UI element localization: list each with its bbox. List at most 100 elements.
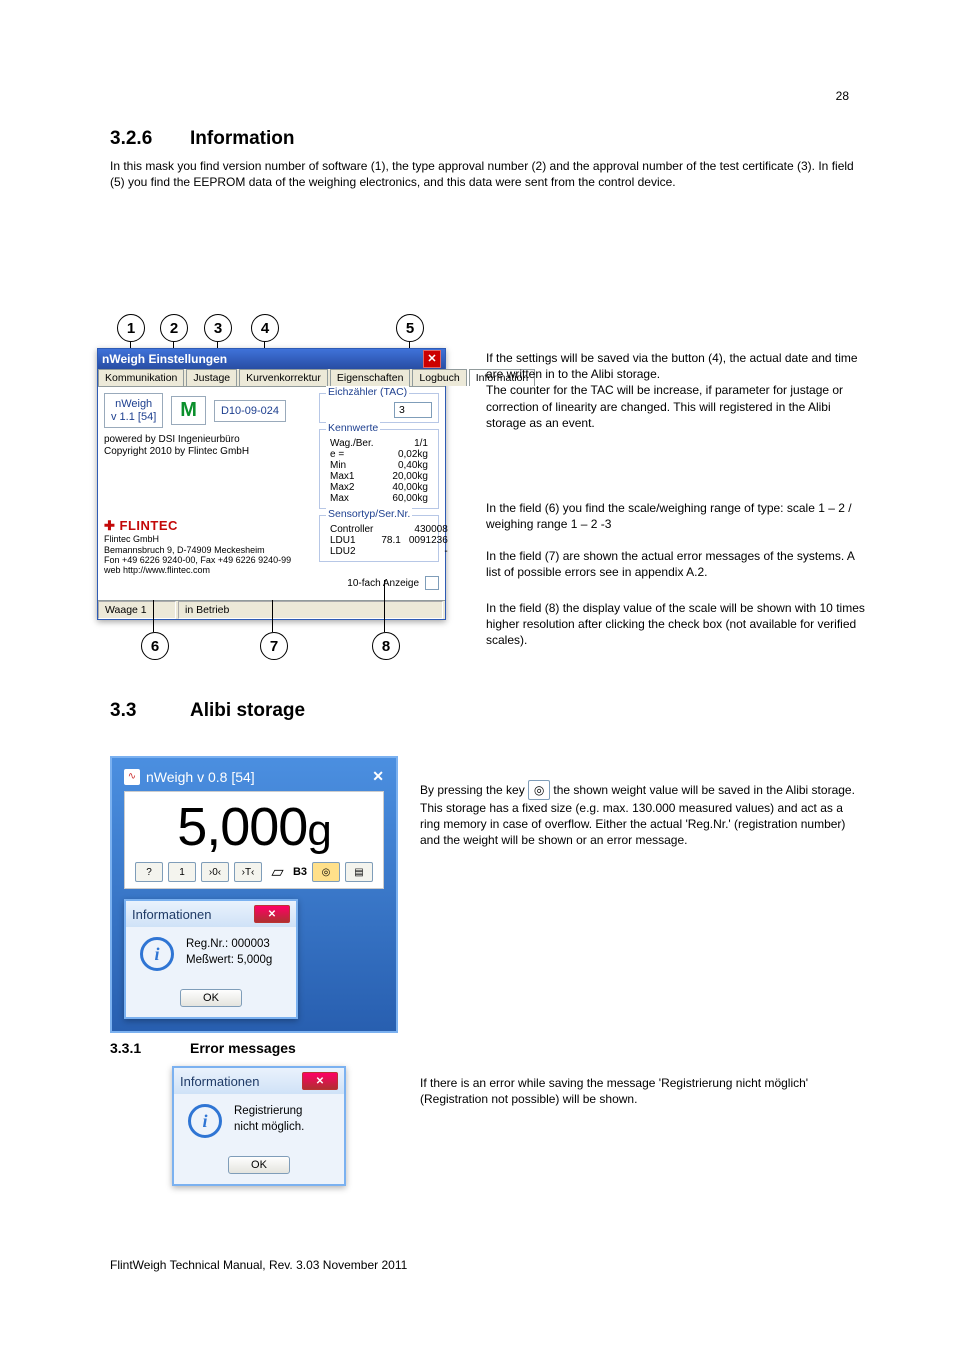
version-value: v 1.1 [54] xyxy=(111,411,156,424)
kw-row: e =0,02kg xyxy=(326,449,432,460)
info-icon: i xyxy=(140,937,174,971)
sect-num-1: 3.2.6 xyxy=(110,128,152,150)
callout-3: 3 xyxy=(204,314,232,342)
callout-7: 7 xyxy=(260,632,288,660)
powered-by: powered by DSI Ingenieurbüro xyxy=(104,434,307,446)
kw-label: Wag./Ber. xyxy=(326,438,383,449)
intro-text: In this mask you find version number of … xyxy=(110,158,866,190)
info-line-1a: Reg.Nr.: 000003 xyxy=(186,937,272,953)
sens-row: LDU2 - xyxy=(326,546,452,557)
app-icon: ∿ xyxy=(124,769,140,785)
weight-display: 5,000g xyxy=(135,796,373,858)
btn-list[interactable]: ▤ xyxy=(345,862,373,882)
addr-line-4: web http://www.flintec.com xyxy=(104,565,307,575)
kw-row: Max60,00kg xyxy=(326,493,432,504)
tab-eigenschaften[interactable]: Eigenschaften xyxy=(330,369,411,386)
btn-help[interactable]: ? xyxy=(135,862,163,882)
status-scale: Waage 1 xyxy=(98,601,176,619)
addr-line-1: Flintec GmbH xyxy=(104,534,307,544)
approval-mark: M xyxy=(171,396,206,425)
weight-close-icon[interactable]: ✕ xyxy=(372,768,384,785)
flintec-text: FLINTEC xyxy=(120,518,178,533)
kw-label: Max2 xyxy=(326,482,383,493)
frame-sensortyp: Sensortyp/Ser.Nr. Controller430008 LDU17… xyxy=(319,515,439,562)
sens-val: - xyxy=(405,546,452,557)
kw-label: Min xyxy=(326,460,383,471)
eich-value: 3 xyxy=(394,402,432,418)
version-box: nWeigh v 1.1 [54] xyxy=(104,393,163,428)
callout-2: 2 xyxy=(160,314,188,342)
weight-unit: g xyxy=(307,806,330,855)
frame-kennwerte: Kennwerte Wag./Ber.1/1 e =0,02kg Min0,40… xyxy=(319,429,439,509)
note-6: In the field (6) you find the scale/weig… xyxy=(486,500,866,532)
kw-row: Wag./Ber.1/1 xyxy=(326,438,432,449)
btn-one[interactable]: 1 xyxy=(168,862,196,882)
kw-val: 1/1 xyxy=(383,438,432,449)
tab-justage[interactable]: Justage xyxy=(186,369,237,386)
info-close-1[interactable]: ✕ xyxy=(254,905,290,923)
settings-dialog: nWeigh Einstellungen ✕ Kommunikation Jus… xyxy=(97,348,446,620)
kw-val: 0,02kg xyxy=(383,449,432,460)
sens-label: LDU2 xyxy=(326,546,377,557)
kw-val: 40,00kg xyxy=(383,482,432,493)
callout-4: 4 xyxy=(251,314,279,342)
weight-window: ∿ nWeigh v 0.8 [54] ✕ 5,000g ? 1 ›0‹ ›T‹… xyxy=(110,756,398,1033)
info-header-2: Informationen ✕ xyxy=(174,1068,344,1094)
callout-8: 8 xyxy=(372,632,400,660)
callout-1: 1 xyxy=(117,314,145,342)
company-address: Flintec GmbH Bemannsbruch 9, D-74909 Mec… xyxy=(104,534,307,575)
page-number-top: 28 xyxy=(836,88,849,104)
ok-button-2[interactable]: OK xyxy=(228,1156,290,1174)
info-title-1: Informationen xyxy=(132,907,212,922)
sens-row: LDU178.10091236 xyxy=(326,535,452,546)
kw-val: 0,40kg xyxy=(383,460,432,471)
sens-label: Controller xyxy=(326,524,377,535)
weight-title: nWeigh v 0.8 [54] xyxy=(146,769,255,785)
weight-lcd: 5,000g ? 1 ›0‹ ›T‹ ▱ B3 ◎ ▤ xyxy=(124,791,384,889)
error-text: If there is an error while saving the me… xyxy=(420,1075,860,1107)
sens-val: 430008 xyxy=(405,524,452,535)
callout-8-line xyxy=(384,580,385,632)
approval-dcode: D10-09-024 xyxy=(214,400,286,422)
note-8: In the field (8) the display value of th… xyxy=(486,600,866,649)
flintec-logo: ✚ FLINTEC xyxy=(104,518,307,534)
btn-log[interactable]: ◎ xyxy=(312,862,340,882)
dialog-title: nWeigh Einstellungen xyxy=(102,349,227,369)
info-close-2[interactable]: ✕ xyxy=(302,1072,338,1090)
info-icon: i xyxy=(188,1104,222,1138)
kw-val: 60,00kg xyxy=(383,493,432,504)
info-line-1b: Meßwert: 5,000g xyxy=(186,953,272,969)
copyright: Copyright 2010 by Flintec GmbH xyxy=(104,446,307,458)
kw-row: Min0,40kg xyxy=(326,460,432,471)
weight-titlebar: ∿ nWeigh v 0.8 [54] ✕ xyxy=(124,768,384,785)
weight-buttonrow: ? 1 ›0‹ ›T‹ ▱ B3 ◎ ▤ xyxy=(135,862,373,882)
info-line-2a: Registrierung xyxy=(234,1104,304,1120)
sens-row: Controller 430008 xyxy=(326,524,452,535)
tab-kommunikation[interactable]: Kommunikation xyxy=(98,369,184,386)
sect-num-3: 3.3.1 xyxy=(110,1040,141,1056)
btn-zero[interactable]: ›0‹ xyxy=(201,862,229,882)
sect-title-1: Information xyxy=(190,128,295,150)
dialog-titlebar: nWeigh Einstellungen ✕ xyxy=(98,349,445,369)
sens-type: 78.1 xyxy=(377,535,404,546)
range-indicator: B3 xyxy=(293,866,307,878)
tab-logbuch[interactable]: Logbuch xyxy=(412,369,466,386)
close-icon[interactable]: ✕ xyxy=(423,350,441,368)
btn-tare[interactable]: ›T‹ xyxy=(234,862,262,882)
alibi-text: By pressing the key ◎ the shown weight v… xyxy=(420,780,865,849)
callout-5: 5 xyxy=(396,314,424,342)
x10-checkbox[interactable] xyxy=(425,576,439,590)
panel-right: Eichzähler (TAC) 3 Kennwerte Wag./Ber.1/… xyxy=(313,387,445,600)
info-box-2: Informationen ✕ i Registrierung nicht mö… xyxy=(172,1066,346,1186)
callout-6: 6 xyxy=(141,632,169,660)
sens-label: LDU1 xyxy=(326,535,377,546)
ok-button-1[interactable]: OK xyxy=(180,989,242,1007)
frame-eichzaehler: Eichzähler (TAC) 3 xyxy=(319,393,439,423)
sens-val: 0091236 xyxy=(405,535,452,546)
status-state: in Betrieb xyxy=(178,601,443,619)
sens-legend: Sensortyp/Ser.Nr. xyxy=(326,508,412,520)
callout-6-line xyxy=(153,600,154,632)
kw-legend: Kennwerte xyxy=(326,422,380,434)
note-7: In the field (7) are shown the actual er… xyxy=(486,548,866,580)
tab-kurvenkorrektur[interactable]: Kurvenkorrektur xyxy=(239,369,328,386)
